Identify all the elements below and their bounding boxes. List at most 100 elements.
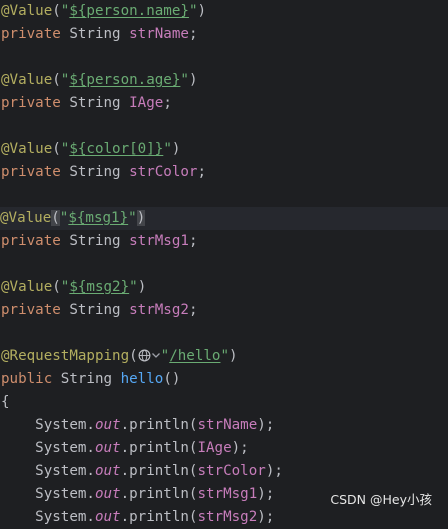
code-line: private String IAge;: [1, 92, 172, 115]
semicolon: ;: [163, 95, 172, 111]
code-line: System.out.println(strMsg1);: [1, 483, 274, 506]
paren: (: [52, 3, 61, 19]
code-line: private String strName;: [1, 23, 197, 46]
method-call: .println(: [120, 486, 198, 502]
dot: .: [86, 509, 95, 525]
static-field: out: [94, 463, 121, 479]
code-line: System.out.println(strMsg2);: [1, 506, 274, 529]
code-line: @Value("${color[0]}"): [1, 138, 180, 161]
placeholder-expression: ${person.name}: [69, 3, 189, 19]
argument: strMsg2: [197, 509, 258, 525]
call-end: );: [231, 440, 249, 456]
dot: .: [86, 440, 95, 456]
class-name: System: [35, 440, 87, 456]
paren-matched: ): [136, 210, 146, 226]
method-call: .println(: [120, 417, 198, 433]
chevron-down-icon[interactable]: [151, 345, 161, 358]
parens: (): [163, 371, 181, 387]
call-end: );: [257, 509, 275, 525]
code-editor[interactable]: @Value("${person.name}") private String …: [0, 0, 448, 525]
quote: ": [180, 72, 189, 88]
dot: .: [86, 463, 95, 479]
paren: ): [137, 279, 147, 295]
keyword: private: [1, 26, 61, 42]
type-name: String: [60, 371, 113, 387]
keyword: private: [1, 164, 61, 180]
static-field: out: [94, 486, 121, 502]
annotation: @Value: [1, 141, 53, 157]
call-end: );: [257, 417, 275, 433]
annotation: @Value: [0, 210, 52, 226]
field-name: strMsg2: [129, 302, 189, 318]
argument: strMsg1: [197, 486, 258, 502]
field-name: strName: [129, 26, 189, 42]
placeholder-expression: ${person.age}: [69, 72, 181, 88]
call-end: );: [265, 463, 283, 479]
keyword: private: [1, 95, 61, 111]
watermark: CSDN @Hey小孩: [330, 492, 432, 507]
paren-matched: (: [51, 210, 60, 226]
method-call: .println(: [120, 509, 198, 525]
type-name: String: [69, 302, 121, 318]
code-line: private String strColor;: [1, 161, 206, 184]
field-name: strMsg1: [129, 233, 189, 249]
paren: (: [52, 141, 61, 157]
code-line: System.out.println(strColor);: [1, 460, 283, 483]
semicolon: ;: [197, 164, 207, 180]
argument: strColor: [197, 463, 266, 479]
class-name: System: [35, 417, 87, 433]
paren: ): [171, 141, 181, 157]
globe-icon[interactable]: [138, 347, 151, 362]
method-call: .println(: [120, 463, 198, 479]
quote: ": [160, 348, 170, 364]
dot: .: [86, 417, 95, 433]
code-line: @RequestMapping("/hello"): [1, 345, 238, 368]
keyword: private: [1, 302, 61, 318]
class-name: System: [35, 486, 87, 502]
code-line: @Value("${person.age}"): [1, 69, 197, 92]
call-end: );: [257, 486, 275, 502]
class-name: System: [35, 463, 87, 479]
static-field: out: [94, 417, 121, 433]
class-name: System: [35, 509, 87, 525]
code-line: private String strMsg2;: [1, 299, 197, 322]
url-path-link[interactable]: /hello: [169, 348, 220, 364]
type-name: String: [69, 233, 121, 249]
field-name: IAge: [129, 95, 164, 111]
code-line: private String strMsg1;: [1, 230, 197, 253]
type-name: String: [69, 26, 121, 42]
semicolon: ;: [188, 302, 198, 318]
code-line: {: [1, 391, 10, 414]
type-name: String: [69, 95, 121, 111]
argument: IAge: [197, 440, 232, 456]
quote: ": [128, 210, 137, 226]
method-call: .println(: [120, 440, 198, 456]
code-line: @Value("${person.name}"): [1, 0, 206, 23]
paren: (: [52, 279, 61, 295]
semicolon: ;: [188, 233, 198, 249]
keyword: private: [1, 233, 61, 249]
static-field: out: [94, 440, 121, 456]
static-field: out: [94, 509, 121, 525]
code-line: @Value("${msg2}"): [1, 276, 146, 299]
quote: ": [220, 348, 230, 364]
dot: .: [86, 486, 95, 502]
code-line-current: @Value("${msg1}"): [0, 207, 448, 230]
paren: ): [197, 3, 207, 19]
placeholder-expression: ${msg2}: [69, 279, 130, 295]
annotation: @Value: [1, 279, 53, 295]
paren: ): [188, 72, 198, 88]
placeholder-expression: ${msg1}: [68, 210, 129, 226]
keyword: public: [1, 371, 53, 387]
annotation: @Value: [1, 3, 53, 19]
annotation: @RequestMapping: [1, 348, 130, 364]
annotation: @Value: [1, 72, 53, 88]
field-name: strColor: [129, 164, 198, 180]
placeholder-expression: ${color[0]}: [69, 141, 164, 157]
type-name: String: [69, 164, 121, 180]
semicolon: ;: [188, 26, 198, 42]
code-line: System.out.println(strName);: [1, 414, 274, 437]
code-line: public String hello(): [1, 368, 180, 391]
paren: (: [129, 348, 138, 364]
method-name: hello: [120, 371, 164, 387]
